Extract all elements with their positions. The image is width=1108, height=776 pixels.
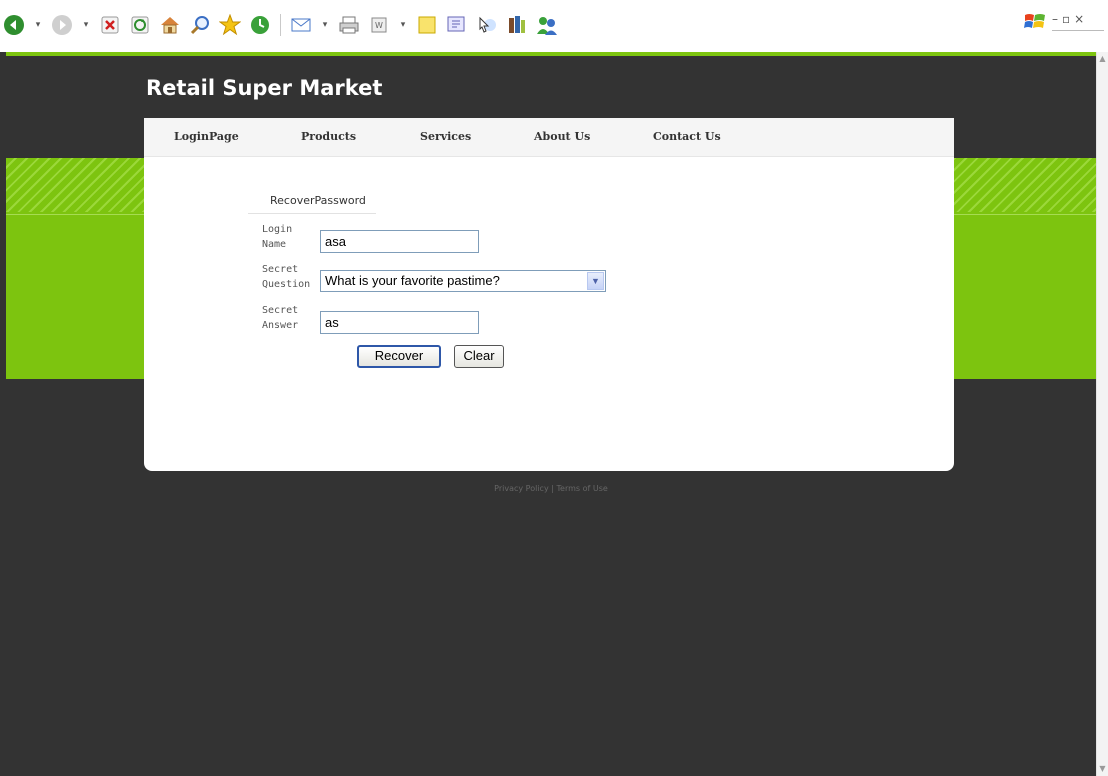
mail-dropdown-icon[interactable]: ▾ [319, 13, 331, 37]
svg-text:W: W [375, 21, 383, 30]
nav-item-about-us[interactable]: About Us [534, 130, 590, 143]
nav-item-contact-us[interactable]: Contact Us [653, 130, 721, 143]
footer-links: Privacy Policy | Terms of Use [6, 484, 1096, 493]
secret-answer-label-line1: Secret [262, 305, 299, 316]
favorites-icon[interactable] [218, 13, 242, 37]
back-dropdown-icon[interactable]: ▾ [32, 13, 44, 37]
secret-question-select[interactable]: What is your favorite pastime? ▼ [320, 270, 606, 292]
window-buttons: –▫× [1052, 12, 1088, 26]
messenger-icon[interactable] [445, 13, 469, 37]
secret-question-label: Secret Question [262, 262, 310, 292]
forward-icon[interactable] [50, 13, 74, 37]
clear-button[interactable]: Clear [454, 345, 504, 368]
heading-underline [248, 213, 376, 214]
restore-icon[interactable]: ▫ [1062, 12, 1074, 26]
edit-dropdown-icon[interactable]: ▾ [397, 13, 409, 37]
back-icon[interactable] [2, 13, 26, 37]
toolbar-divider [1052, 30, 1104, 31]
minimize-icon[interactable]: – [1052, 12, 1062, 26]
messenger-people-icon[interactable] [535, 13, 559, 37]
stop-icon[interactable] [98, 13, 122, 37]
footer-separator: | [551, 484, 554, 493]
vertical-scrollbar[interactable]: ▲ ▼ [1096, 52, 1108, 776]
nav-item-loginpage[interactable]: LoginPage [174, 130, 239, 143]
edit-icon[interactable]: W [367, 13, 391, 37]
login-name-label-line2: Name [262, 239, 287, 250]
print-icon[interactable] [337, 13, 361, 37]
secret-question-label-line1: Secret [262, 264, 299, 275]
media-icon[interactable] [505, 13, 529, 37]
chevron-down-icon[interactable]: ▼ [587, 272, 604, 290]
recover-button[interactable]: Recover [357, 345, 441, 368]
content-box: LoginPage Products Services About Us Con… [144, 118, 954, 471]
nav-item-products[interactable]: Products [301, 130, 356, 143]
terms-of-use-link[interactable]: Terms of Use [557, 484, 608, 493]
browser-toolbar: ▾ ▾ ▾ W ▾ –▫× [0, 0, 1108, 52]
mail-icon[interactable] [289, 13, 313, 37]
recover-password-heading: RecoverPassword [270, 194, 366, 207]
header-top-rule [6, 52, 1096, 56]
secret-answer-label: Secret Answer [262, 303, 298, 333]
close-icon[interactable]: × [1074, 12, 1088, 26]
notes-icon[interactable] [415, 13, 439, 37]
login-name-label-line1: Login [262, 224, 293, 235]
history-icon[interactable] [248, 13, 272, 37]
windows-flag-icon [1024, 12, 1046, 32]
secret-question-label-line2: Question [262, 279, 311, 290]
refresh-icon[interactable] [128, 13, 152, 37]
window-controls: –▫× [1018, 6, 1108, 42]
login-name-input[interactable] [320, 230, 479, 253]
login-name-label: Login Name [262, 222, 292, 252]
page-viewport: Retail Super Market LoginPage Products S… [6, 52, 1096, 776]
toolbar-icons: ▾ ▾ ▾ W ▾ [2, 10, 559, 40]
site-title: Retail Super Market [146, 76, 383, 100]
research-icon[interactable] [475, 13, 499, 37]
search-icon[interactable] [188, 13, 212, 37]
secret-answer-label-line2: Answer [262, 320, 299, 331]
scroll-up-icon[interactable]: ▲ [1098, 54, 1107, 64]
main-nav: LoginPage Products Services About Us Con… [144, 118, 954, 157]
privacy-policy-link[interactable]: Privacy Policy [494, 484, 549, 493]
scroll-down-icon[interactable]: ▼ [1098, 764, 1107, 774]
toolbar-separator [280, 14, 281, 36]
secret-answer-input[interactable] [320, 311, 479, 334]
nav-item-services[interactable]: Services [420, 130, 471, 143]
forward-dropdown-icon[interactable]: ▾ [80, 13, 92, 37]
secret-question-selected: What is your favorite pastime? [325, 273, 500, 288]
home-icon[interactable] [158, 13, 182, 37]
